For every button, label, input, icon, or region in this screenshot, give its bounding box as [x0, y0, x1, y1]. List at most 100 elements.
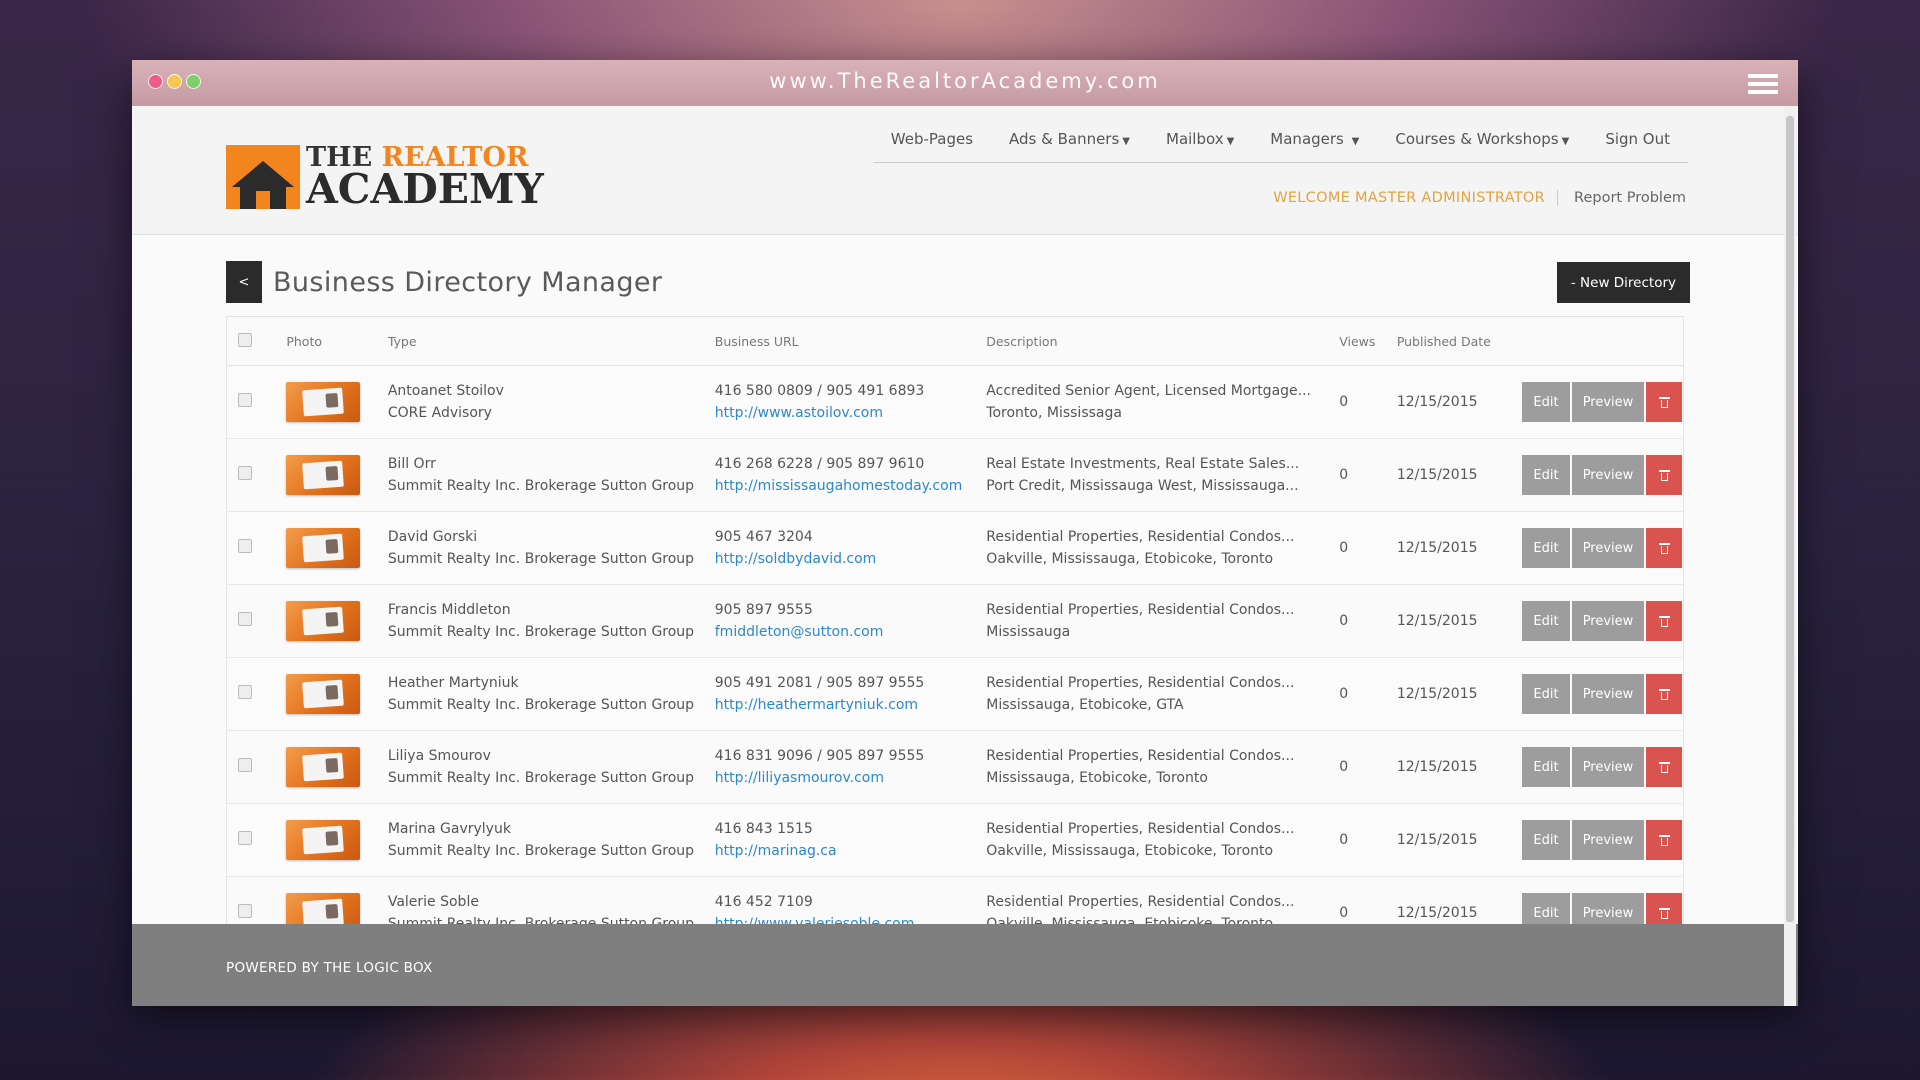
- business-card-thumbnail[interactable]: [286, 601, 361, 641]
- site-header: THE REALTOR ACADEMY Web-Pages Ads & Bann…: [132, 106, 1798, 235]
- scrollbar[interactable]: [1784, 106, 1796, 1006]
- main-content: < Business Directory Manager - New Direc…: [226, 261, 1690, 950]
- select-all-checkbox[interactable]: [238, 332, 252, 347]
- new-directory-button[interactable]: - New Directory: [1556, 262, 1690, 303]
- business-url-link[interactable]: fmiddleton@sutton.com: [715, 624, 985, 640]
- trash-icon: [1658, 615, 1670, 627]
- description-line1: Residential Properties, Residential Cond…: [986, 602, 1295, 618]
- description-line2: Oakville, Mississauga, Etobicoke, Toront…: [986, 843, 1274, 859]
- business-card-thumbnail[interactable]: [286, 382, 361, 422]
- description-line2: Oakville, Mississauga, Etobicoke, Toront…: [986, 551, 1274, 567]
- preview-button[interactable]: Preview: [1572, 455, 1644, 495]
- edit-button[interactable]: Edit: [1522, 528, 1570, 568]
- preview-button[interactable]: Preview: [1572, 528, 1644, 568]
- business-card-thumbnail[interactable]: [286, 747, 361, 787]
- row-actions: Edit Preview: [1522, 747, 1682, 787]
- business-url-link[interactable]: http://soldbydavid.com: [715, 551, 985, 567]
- agent-company: Summit Realty Inc. Brokerage Sutton Grou…: [387, 551, 695, 567]
- trash-icon: [1658, 907, 1670, 919]
- description-line2: Mississauga, Etobicoke, GTA: [986, 697, 1184, 713]
- preview-button[interactable]: Preview: [1572, 601, 1644, 641]
- trash-icon: [1658, 396, 1670, 408]
- row-actions: Edit Preview: [1522, 820, 1682, 860]
- edit-button[interactable]: Edit: [1522, 747, 1570, 787]
- views-count: 0: [1338, 584, 1396, 658]
- nav-sign-out[interactable]: Sign Out: [1587, 130, 1688, 148]
- row-checkbox[interactable]: [238, 466, 252, 480]
- published-date: 12/15/2015: [1395, 511, 1521, 585]
- delete-button[interactable]: [1646, 820, 1682, 860]
- row-checkbox[interactable]: [238, 758, 252, 772]
- agent-name: Bill Orr: [387, 456, 436, 472]
- col-business-url: Business URL: [713, 316, 986, 366]
- business-url-link[interactable]: http://www.astoilov.com: [715, 405, 985, 421]
- col-photo: Photo: [285, 316, 387, 366]
- row-checkbox[interactable]: [238, 685, 252, 699]
- row-checkbox[interactable]: [238, 904, 252, 918]
- description-line1: Accredited Senior Agent, Licensed Mortga…: [986, 383, 1311, 399]
- caret-down-icon: ▼: [1561, 136, 1570, 147]
- agent-phone: 905 491 2081 / 905 897 9555: [714, 675, 925, 691]
- delete-button[interactable]: [1646, 528, 1682, 568]
- published-date: 12/15/2015: [1395, 803, 1521, 877]
- row-checkbox[interactable]: [238, 539, 252, 553]
- agent-name: Liliya Smourov: [387, 748, 491, 764]
- description-line1: Residential Properties, Residential Cond…: [986, 894, 1295, 910]
- delete-button[interactable]: [1646, 601, 1682, 641]
- report-problem-link[interactable]: Report Problem: [1558, 190, 1686, 206]
- logo-word-academy: ACADEMY: [306, 165, 544, 213]
- col-views: Views: [1338, 316, 1396, 366]
- preview-button[interactable]: Preview: [1572, 382, 1644, 422]
- description-line1: Residential Properties, Residential Cond…: [986, 529, 1295, 545]
- delete-button[interactable]: [1646, 382, 1682, 422]
- scrollbar-thumb[interactable]: [1786, 116, 1794, 922]
- row-actions: Edit Preview: [1522, 674, 1682, 714]
- row-checkbox[interactable]: [238, 831, 252, 845]
- agent-phone: 416 843 1515: [714, 821, 813, 837]
- table-row: Francis Middleton Summit Realty Inc. Brok…: [226, 584, 1684, 658]
- trash-icon: [1658, 834, 1670, 846]
- description-line2: Mississauga, Etobicoke, Toronto: [986, 770, 1208, 786]
- delete-button[interactable]: [1646, 747, 1682, 787]
- preview-button[interactable]: Preview: [1572, 747, 1644, 787]
- house-logo-icon: [226, 145, 300, 209]
- nav-managers[interactable]: Managers ▼: [1252, 130, 1377, 148]
- site-logo[interactable]: THE REALTOR ACADEMY: [226, 144, 544, 210]
- business-url-link[interactable]: http://marinag.ca: [715, 843, 985, 859]
- business-card-thumbnail[interactable]: [286, 674, 361, 714]
- business-card-thumbnail[interactable]: [286, 455, 361, 495]
- delete-button[interactable]: [1646, 674, 1682, 714]
- views-count: 0: [1338, 730, 1396, 804]
- business-url-link[interactable]: http://heathermartyniuk.com: [715, 697, 985, 713]
- edit-button[interactable]: Edit: [1522, 820, 1570, 860]
- back-button[interactable]: <: [226, 261, 262, 303]
- published-date: 12/15/2015: [1395, 584, 1521, 658]
- table-row: David Gorski Summit Realty Inc. Brokerage…: [226, 511, 1684, 585]
- agent-company: CORE Advisory: [387, 405, 492, 421]
- delete-button[interactable]: [1646, 455, 1682, 495]
- row-checkbox[interactable]: [238, 612, 252, 626]
- edit-button[interactable]: Edit: [1522, 674, 1570, 714]
- caret-down-icon: ▼: [1122, 136, 1130, 147]
- published-date: 12/15/2015: [1395, 365, 1521, 439]
- edit-button[interactable]: Edit: [1522, 601, 1570, 641]
- edit-button[interactable]: Edit: [1522, 455, 1570, 495]
- edit-button[interactable]: Edit: [1522, 382, 1570, 422]
- row-checkbox[interactable]: [238, 393, 252, 407]
- address-url: www.TheRealtorAcademy.com: [769, 69, 1161, 93]
- nav-mailbox[interactable]: Mailbox ▼: [1148, 130, 1252, 148]
- business-url-link[interactable]: http://liliyasmourov.com: [715, 770, 985, 786]
- nav-ads-banners[interactable]: Ads & Banners ▼: [991, 130, 1148, 148]
- table-row: Marina Gavrylyuk Summit Realty Inc. Broke…: [226, 803, 1684, 877]
- preview-button[interactable]: Preview: [1572, 820, 1644, 860]
- caret-down-icon: ▼: [1351, 136, 1360, 147]
- business-url-link[interactable]: http://mississaugahomestoday.com: [715, 478, 985, 494]
- nav-web-pages[interactable]: Web-Pages: [873, 130, 991, 148]
- nav-courses-workshops[interactable]: Courses & Workshops ▼: [1377, 130, 1587, 148]
- business-card-thumbnail[interactable]: [286, 528, 361, 568]
- hamburger-menu-icon[interactable]: [1748, 74, 1778, 94]
- trash-icon: [1658, 761, 1670, 773]
- business-card-thumbnail[interactable]: [286, 820, 361, 860]
- description-line2: Mississauga: [986, 624, 1071, 640]
- preview-button[interactable]: Preview: [1572, 674, 1644, 714]
